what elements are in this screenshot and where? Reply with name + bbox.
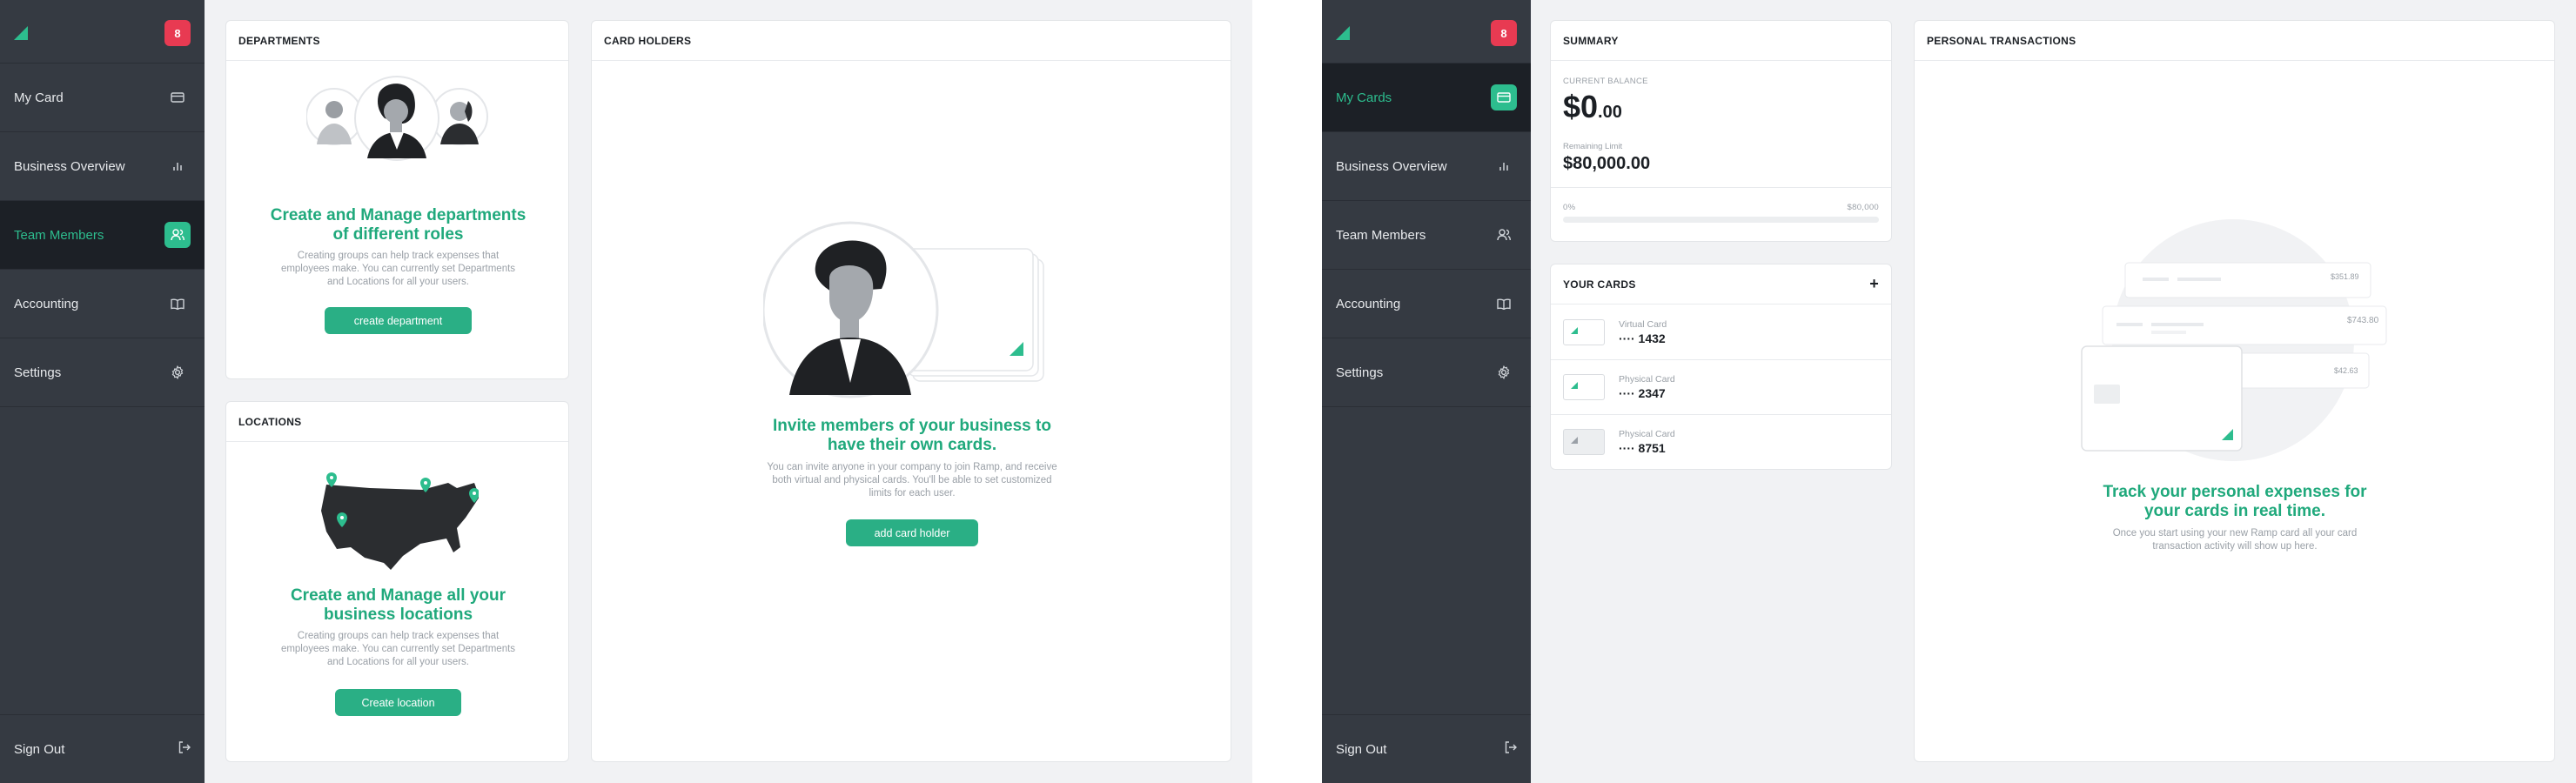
users-icon bbox=[164, 222, 191, 248]
card-thumbnail bbox=[1563, 318, 1605, 345]
card-thumbnail bbox=[1563, 429, 1605, 455]
sign-out-button[interactable]: Sign Out bbox=[1322, 714, 1531, 783]
card-holders-header: CARD HOLDERS bbox=[604, 34, 692, 47]
your-cards-panel: YOUR CARDS + Virtual Card ···· 1432 Physi… bbox=[1550, 264, 1892, 470]
book-icon bbox=[164, 291, 191, 317]
summary-header: SUMMARY bbox=[1563, 34, 1619, 47]
nav-item-label: Accounting bbox=[14, 296, 79, 311]
nav-item-business-overview[interactable]: Business Overview bbox=[1322, 132, 1531, 201]
locations-title: Create and Manage all your business loca… bbox=[290, 586, 506, 624]
my-cards-screen: 8 My Cards Business Overview Team Member… bbox=[1322, 0, 2576, 783]
ramp-logo-icon[interactable] bbox=[1336, 26, 1350, 40]
usa-map-illustration bbox=[321, 472, 479, 570]
remaining-limit-value: $80,000.00 bbox=[1563, 154, 1651, 173]
card-holder-illustration bbox=[763, 221, 1044, 398]
personal-transactions-title: Track your personal expenses for your ca… bbox=[2103, 483, 2367, 520]
locations-header: LOCATIONS bbox=[238, 415, 302, 428]
sign-out-label: Sign Out bbox=[1336, 741, 1387, 757]
notification-badge[interactable]: 8 bbox=[164, 20, 191, 46]
create-location-button[interactable]: Create location bbox=[335, 689, 461, 716]
limit-progress-bar bbox=[1563, 217, 1879, 223]
ramp-logo-icon bbox=[1571, 382, 1578, 389]
nav-item-my-card[interactable]: My Card bbox=[0, 64, 205, 132]
bar-chart-icon bbox=[164, 153, 191, 179]
nav-item-business-overview[interactable]: Business Overview bbox=[0, 132, 205, 201]
credit-card-icon bbox=[1491, 84, 1517, 110]
personal-transactions-panel: PERSONAL TRANSACTIONS $351.89 $743.80 $4… bbox=[1914, 20, 2555, 762]
nav-item-label: Accounting bbox=[1336, 296, 1401, 311]
card-type-label: Physical Card bbox=[1619, 429, 1675, 439]
bar-chart-icon bbox=[1491, 153, 1517, 179]
personal-transactions-description: Once you start using your new Ramp card … bbox=[2112, 528, 2358, 552]
transaction-amount: $743.80 bbox=[2347, 316, 2379, 325]
sign-out-label: Sign Out bbox=[14, 741, 65, 757]
locations-description: Creating groups can help track expenses … bbox=[280, 631, 516, 667]
transaction-amount: $42.63 bbox=[2334, 366, 2358, 375]
departments-panel: DEPARTMENTS Create and Manage department… bbox=[225, 20, 569, 379]
card-number: ···· 1432 bbox=[1619, 331, 1666, 345]
log-out-icon bbox=[1505, 741, 1517, 757]
departments-header: DEPARTMENTS bbox=[238, 34, 320, 47]
book-icon bbox=[1491, 291, 1517, 317]
nav-item-settings[interactable]: Settings bbox=[0, 338, 205, 407]
users-icon bbox=[1491, 222, 1517, 248]
nav-item-label: Business Overview bbox=[14, 158, 125, 174]
nav-item-accounting[interactable]: Accounting bbox=[1322, 270, 1531, 338]
sign-out-button[interactable]: Sign Out bbox=[0, 714, 205, 783]
ramp-logo-icon bbox=[1571, 437, 1578, 444]
ramp-logo-icon[interactable] bbox=[14, 26, 28, 40]
card-holders-description: You can invite anyone in your company to… bbox=[767, 462, 1057, 499]
nav-item-team-members[interactable]: Team Members bbox=[1322, 201, 1531, 270]
summary-panel: SUMMARY CURRENT BALANCE $0 .00 Remaining… bbox=[1550, 20, 1892, 242]
nav-item-label: Settings bbox=[14, 365, 62, 380]
card-holders-panel: CARD HOLDERS Invite members of your busi… bbox=[591, 20, 1231, 762]
add-card-button[interactable]: + bbox=[1869, 275, 1879, 293]
gear-icon bbox=[164, 359, 191, 385]
nav-item-accounting[interactable]: Accounting bbox=[0, 270, 205, 338]
current-balance-label: CURRENT BALANCE bbox=[1563, 77, 1648, 86]
transaction-amount: $351.89 bbox=[2331, 272, 2359, 281]
log-out-icon bbox=[178, 741, 191, 757]
gear-icon bbox=[1491, 359, 1517, 385]
sidebar: 8 My Cards Business Overview Team Member… bbox=[1322, 0, 1531, 783]
sidebar: 8 My Card Business Overview Team Members… bbox=[0, 0, 205, 783]
card-number: ···· 8751 bbox=[1619, 441, 1666, 455]
progress-max-label: $80,000 bbox=[1847, 203, 1879, 212]
personal-transactions-header: PERSONAL TRANSACTIONS bbox=[1927, 34, 2076, 47]
locations-panel: LOCATIONS Create and Manage all your bus… bbox=[225, 401, 569, 762]
team-avatars-illustration bbox=[306, 76, 488, 161]
ramp-logo-icon bbox=[1571, 326, 1578, 334]
card-type-label: Virtual Card bbox=[1619, 318, 1667, 330]
nav-item-label: Team Members bbox=[1336, 227, 1426, 243]
current-balance: $0 .00 bbox=[1563, 89, 1622, 125]
card-thumbnail bbox=[1563, 374, 1605, 400]
nav-item-label: My Card bbox=[14, 90, 64, 105]
list-item[interactable]: Physical Card ···· 2347 bbox=[1551, 359, 1891, 414]
create-department-button[interactable]: create department bbox=[325, 307, 472, 334]
balance-cents: .00 bbox=[1598, 103, 1622, 122]
credit-card-icon bbox=[164, 84, 191, 110]
nav-item-label: Settings bbox=[1336, 365, 1384, 380]
add-card-holder-button[interactable]: add card holder bbox=[846, 519, 978, 546]
nav-item-team-members[interactable]: Team Members bbox=[0, 201, 205, 270]
nav-item-label: Team Members bbox=[14, 227, 104, 243]
remaining-limit-label: Remaining Limit bbox=[1563, 142, 1623, 151]
departments-description: Creating groups can help track expenses … bbox=[280, 251, 516, 287]
your-cards-header: YOUR CARDS bbox=[1563, 278, 1636, 291]
team-members-screen: 8 My Card Business Overview Team Members… bbox=[0, 0, 1252, 783]
nav-item-my-cards[interactable]: My Cards bbox=[1322, 64, 1531, 132]
list-item[interactable]: Virtual Card ···· 1432 bbox=[1551, 304, 1891, 359]
card-number: ···· 2347 bbox=[1619, 386, 1666, 400]
card-holders-title: Invite members of your business to have … bbox=[773, 417, 1051, 454]
nav-item-label: My Cards bbox=[1336, 90, 1392, 105]
transactions-illustration: $351.89 $743.80 $42.63 bbox=[2064, 219, 2388, 461]
balance-dollars: $0 bbox=[1563, 89, 1599, 124]
card-type-label: Physical Card bbox=[1619, 374, 1675, 385]
nav-item-settings[interactable]: Settings bbox=[1322, 338, 1531, 407]
list-item[interactable]: Physical Card ···· 8751 bbox=[1551, 414, 1891, 469]
progress-min-label: 0% bbox=[1563, 203, 1576, 212]
notification-badge[interactable]: 8 bbox=[1491, 20, 1517, 46]
departments-title: Create and Manage departments of differe… bbox=[270, 206, 527, 244]
nav-item-label: Business Overview bbox=[1336, 158, 1447, 174]
